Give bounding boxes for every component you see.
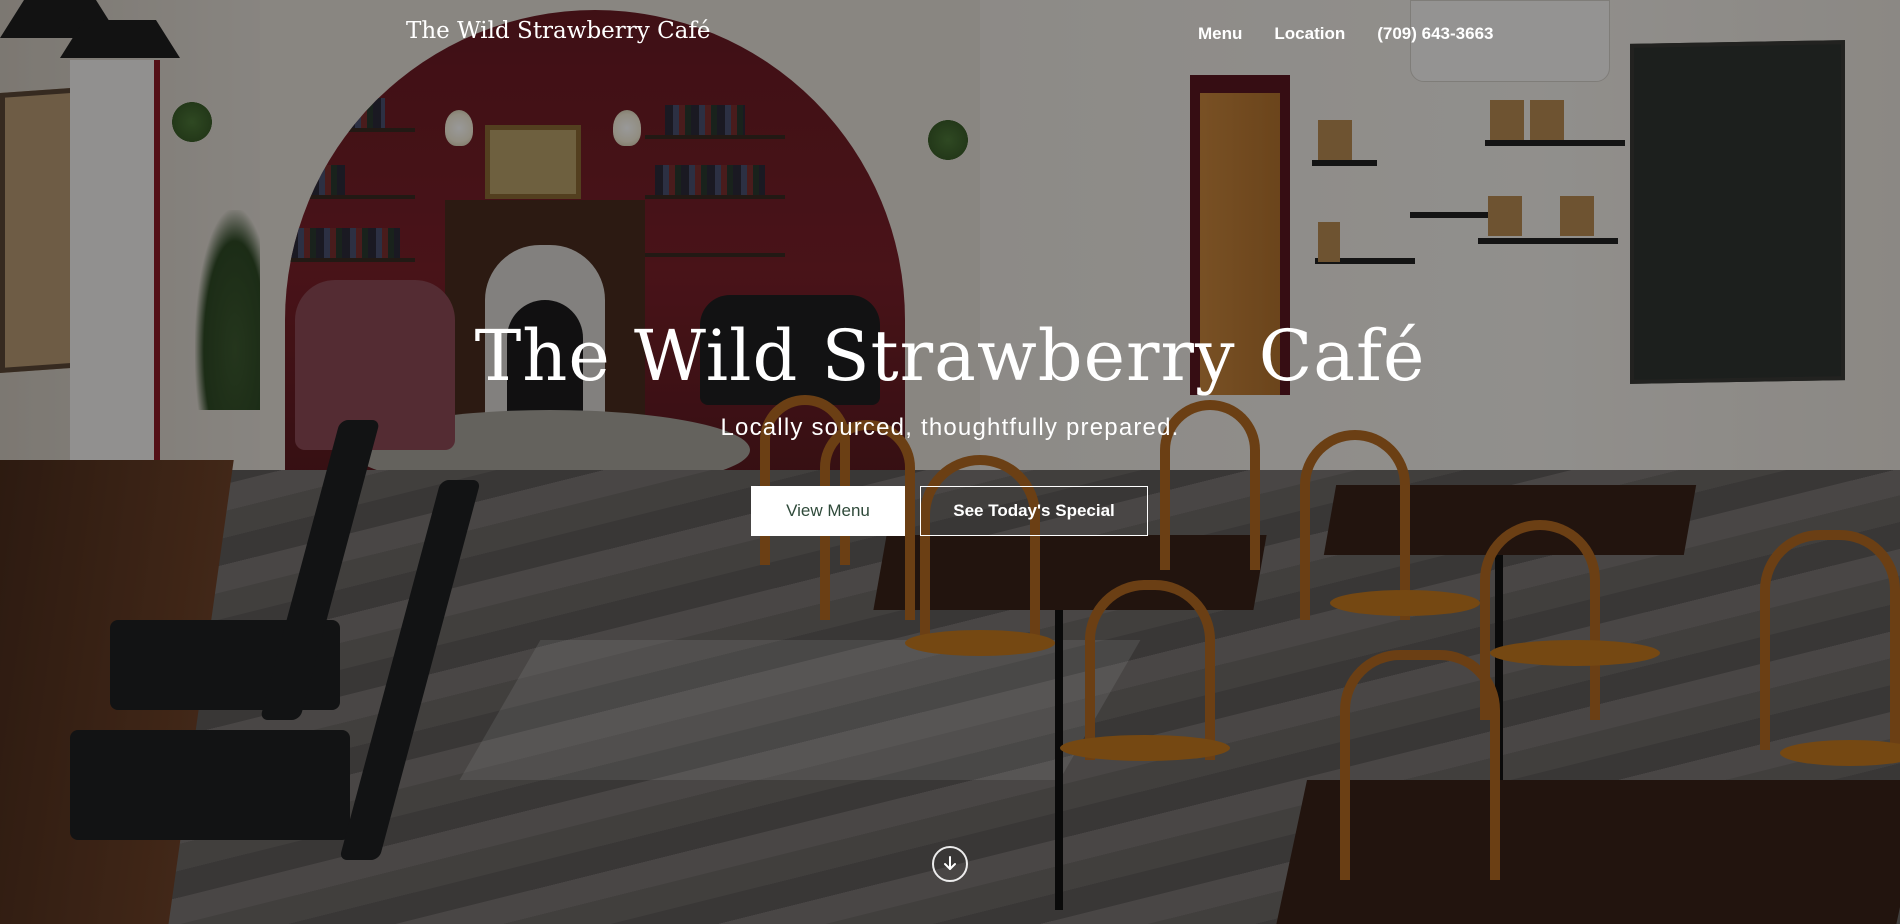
hero-title: The Wild Strawberry Café — [474, 315, 1426, 397]
nav-link-location[interactable]: Location — [1274, 24, 1345, 44]
hero-subtitle: Locally sourced, thoughtfully prepared. — [720, 414, 1180, 441]
brand-logo-link[interactable]: The Wild Strawberry Café — [406, 18, 711, 44]
dark-overlay — [0, 0, 1900, 924]
todays-special-button[interactable]: See Today's Special — [920, 486, 1148, 536]
nav-link-menu[interactable]: Menu — [1198, 24, 1242, 44]
main-nav: Menu Location (709) 643-3663 — [1198, 24, 1494, 44]
nav-link-phone[interactable]: (709) 643-3663 — [1377, 24, 1493, 44]
arrow-down-circle-icon[interactable] — [932, 846, 968, 882]
view-menu-button[interactable]: View Menu — [751, 486, 905, 536]
hero-buttons: View Menu See Today's Special — [0, 486, 1900, 536]
